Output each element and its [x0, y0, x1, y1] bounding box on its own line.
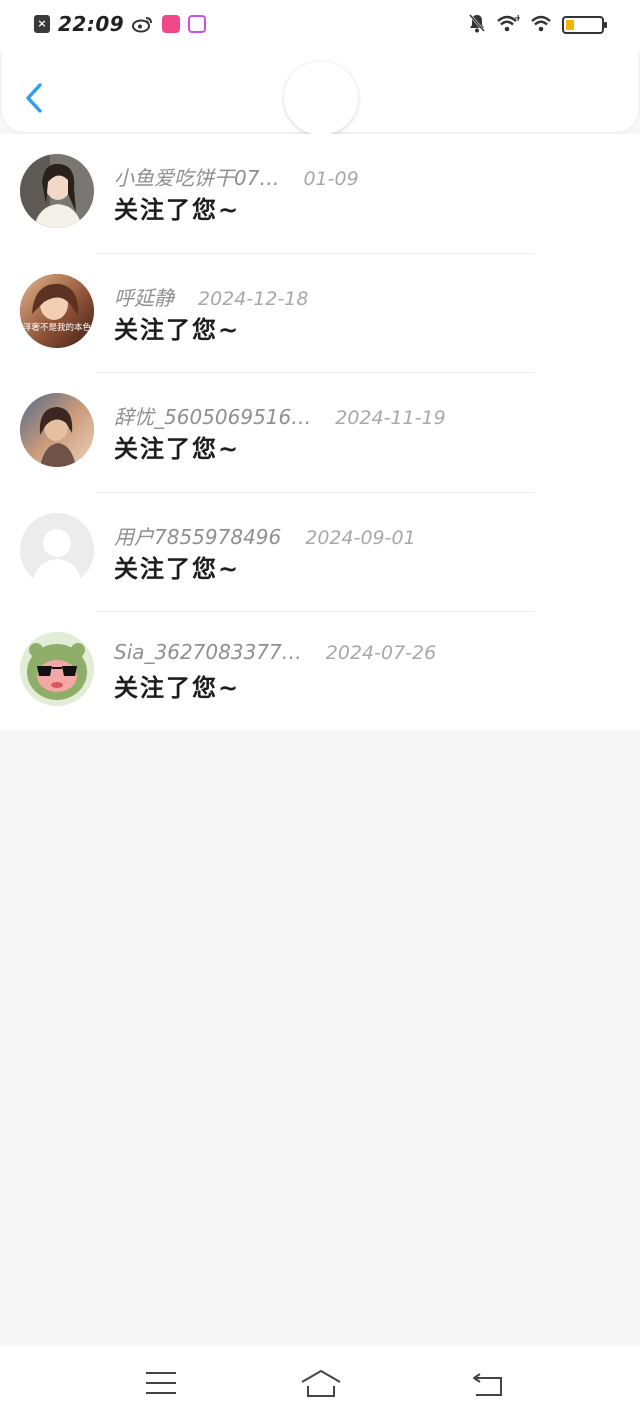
battery-level [566, 20, 574, 30]
menu-button[interactable] [143, 1368, 179, 1400]
user-name[interactable]: 用户7855978496 [114, 521, 281, 550]
home-button[interactable] [300, 1368, 342, 1400]
list-item[interactable]: 用户7855978496 2024-09-01 关注了您~ [0, 493, 640, 612]
avatar[interactable] [20, 632, 94, 706]
header [2, 50, 638, 135]
back-nav-button[interactable] [470, 1368, 506, 1400]
name-line: 用户7855978496 2024-09-01 [114, 521, 416, 550]
follow-notification-list: 小鱼爱吃饼干07… 01-09 关注了您~ 浮奢不是我的本色 呼延静 2024-… [0, 134, 640, 730]
user-name[interactable]: 小鱼爱吃饼干07… [114, 162, 279, 191]
follow-date: 01-09 [303, 168, 359, 190]
screen: × 22:09 + 小鱼爱吃饼干07… 01-09 关注了您~ 浮奢不是我的本色… [0, 0, 640, 1422]
app-pink-icon [162, 15, 181, 33]
app-100-icon [188, 15, 207, 33]
chevron-left-icon [26, 83, 42, 113]
follow-date: 2024-12-18 [198, 287, 309, 310]
name-line: Sia_3627083377… 2024-07-26 [114, 640, 436, 664]
svg-text:+: + [514, 13, 520, 24]
follow-message: 关注了您~ [114, 196, 241, 224]
default-avatar-icon[interactable] [20, 512, 94, 587]
bell-muted-icon [468, 13, 486, 37]
avatar-caption: 浮奢不是我的本色 [23, 322, 92, 333]
list-item[interactable]: 小鱼爱吃饼干07… 01-09 关注了您~ [0, 134, 640, 254]
list-item[interactable]: 辞忧_5605069516… 2024-11-19 关注了您~ [0, 373, 640, 493]
close-notification-icon: × [34, 15, 50, 33]
status-left: × 22:09 [34, 12, 207, 36]
battery-icon [562, 16, 607, 34]
home-icon [301, 1370, 341, 1397]
follow-message: 关注了您~ [114, 554, 241, 583]
avatar[interactable]: 浮奢不是我的本色 [20, 273, 94, 348]
list-item[interactable]: 浮奢不是我的本色 呼延静 2024-12-18 关注了您~ [0, 254, 640, 373]
wifi-icon [530, 13, 552, 37]
follow-date: 2024-09-01 [305, 526, 416, 549]
follow-message: 关注了您~ [114, 315, 241, 344]
follow-date: 2024-07-26 [325, 642, 437, 664]
follow-message: 关注了您~ [114, 674, 241, 702]
user-name[interactable]: 呼延静 [114, 282, 174, 311]
name-line: 辞忧_5605069516… 2024-11-19 [114, 401, 446, 430]
status-time: 22:09 [58, 12, 125, 36]
avatar[interactable] [20, 154, 94, 228]
status-bar: × 22:09 + [0, 0, 640, 50]
back-icon [473, 1373, 502, 1396]
name-line: 呼延静 2024-12-18 [114, 282, 308, 311]
header-center-avatar[interactable] [284, 61, 358, 135]
name-line: 小鱼爱吃饼干07… 01-09 [114, 162, 359, 191]
menu-icon [146, 1372, 176, 1394]
status-right: + [468, 13, 607, 37]
list-item[interactable]: Sia_3627083377… 2024-07-26 关注了您~ [0, 612, 640, 732]
weibo-icon [132, 15, 154, 33]
back-button[interactable] [22, 80, 50, 116]
wifi-plus-icon: + [496, 13, 522, 37]
follow-message: 关注了您~ [114, 435, 241, 463]
follow-date: 2024-11-19 [335, 407, 446, 429]
user-name[interactable]: Sia_3627083377… [114, 640, 302, 664]
user-name[interactable]: 辞忧_5605069516… [114, 401, 311, 430]
system-nav-bar [0, 1346, 640, 1422]
avatar[interactable] [20, 393, 94, 467]
